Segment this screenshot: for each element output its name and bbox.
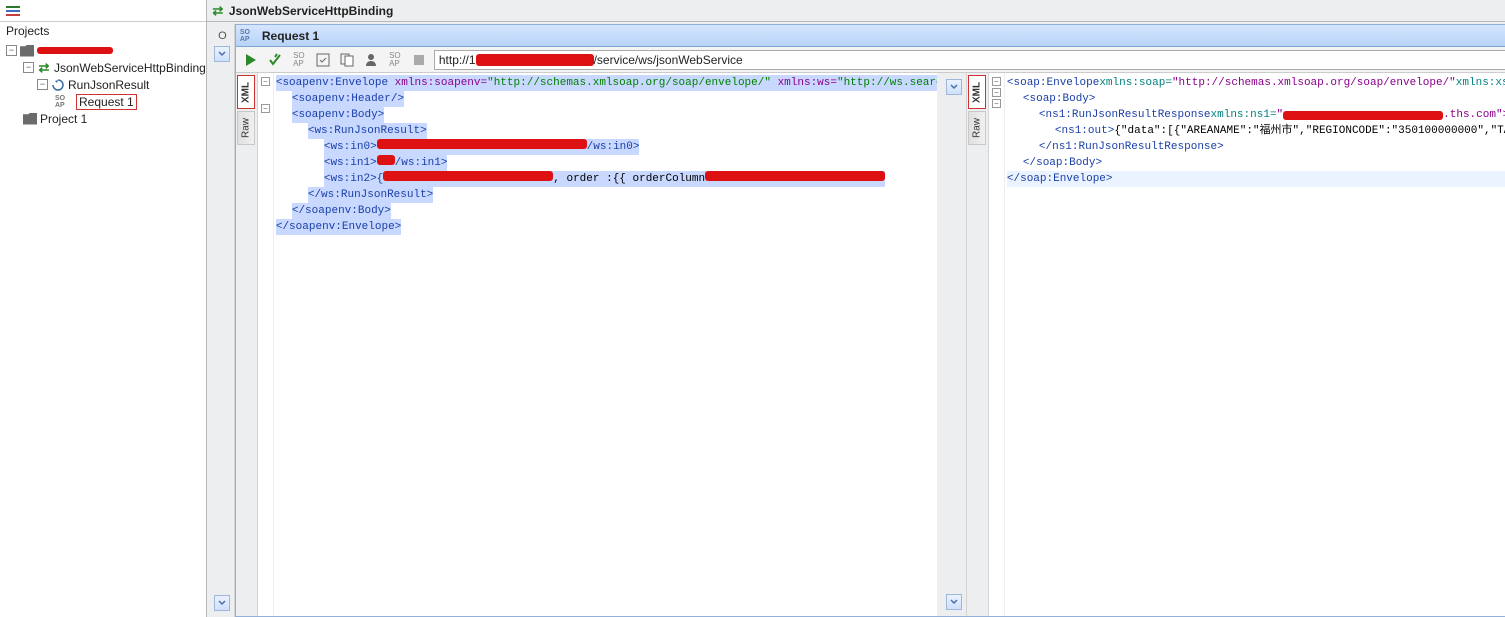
projects-sidebar: Projects − − ⇄ JsonWebServiceHttpBinding… [0, 0, 207, 617]
menu-icon[interactable] [6, 6, 20, 16]
collapse-icon[interactable]: − [6, 45, 17, 56]
request-pane: XML Raw − − <soapenv:Envelope xmlns:soap… [236, 73, 937, 616]
fold-gutter: − − − [989, 73, 1005, 616]
tree-endpoint[interactable]: − ⇄ JsonWebServiceHttpBinding [6, 59, 206, 76]
soap-icon: SOAP [240, 29, 258, 43]
request-editor[interactable]: <soapenv:Envelope xmlns:soapenv="http://… [274, 73, 937, 616]
expand-button[interactable] [946, 79, 962, 95]
editor-tab-header: ⇄ JsonWebServiceHttpBinding [207, 0, 1505, 22]
url-prefix: http://1 [439, 53, 476, 67]
raw-tab[interactable]: Raw [237, 111, 255, 145]
raw-tab[interactable]: Raw [968, 111, 986, 145]
response-vtabs: XML Raw [967, 73, 989, 616]
interface-icon: ⇄ [37, 61, 51, 75]
fold-toggle[interactable]: − [261, 104, 270, 113]
left-gutter: O [211, 24, 235, 617]
folder-icon [23, 113, 37, 125]
projects-tree: − − ⇄ JsonWebServiceHttpBinding − RunJso… [0, 40, 206, 127]
submit-button[interactable] [242, 51, 260, 69]
fold-gutter: − − [258, 73, 274, 616]
request-window-title: Request 1 [262, 29, 1505, 43]
tree-root[interactable]: − [6, 42, 206, 59]
tree-request[interactable]: SOAP Request 1 [6, 93, 206, 110]
projects-title: Projects [0, 22, 206, 40]
response-pane: XML Raw − − − <soap:Envelope xmlns:soap=… [967, 73, 1505, 616]
soap-icon: SOAP [55, 95, 73, 109]
tree-label: Project 1 [40, 112, 87, 126]
collapse-icon[interactable]: − [37, 79, 48, 90]
tree-operation[interactable]: − RunJsonResult [6, 76, 206, 93]
request-titlebar: SOAP Request 1 [236, 25, 1505, 47]
fold-toggle[interactable]: − [992, 99, 1001, 108]
tree-label: JsonWebServiceHttpBinding [54, 61, 206, 75]
response-editor[interactable]: <soap:Envelope xmlns:soap="http://schema… [1005, 73, 1505, 616]
tree-project[interactable]: Project 1 [6, 110, 206, 127]
add-assertion-button[interactable] [266, 51, 284, 69]
request-toolbar: SOAP SOAP http://1/service/ws/jsonWebSer… [236, 47, 1505, 73]
expand-down-button[interactable] [214, 46, 230, 62]
xml-tab[interactable]: XML [237, 75, 255, 109]
workspace: O SOAP Request 1 SOAP SOAP [207, 22, 1505, 617]
tab-title: JsonWebServiceHttpBinding [229, 4, 393, 18]
sidebar-toolbar [0, 0, 206, 22]
folder-icon [20, 45, 34, 57]
fold-toggle[interactable]: − [992, 77, 1001, 86]
redacted-text [476, 54, 594, 66]
fold-toggle[interactable]: − [992, 88, 1001, 97]
mid-gutter [943, 73, 967, 616]
xml-tab[interactable]: XML [968, 75, 986, 109]
gutter-o: O [218, 30, 227, 42]
fold-toggle[interactable]: − [261, 77, 270, 86]
ws-button[interactable]: SOAP [386, 51, 404, 69]
expand-button[interactable] [946, 594, 962, 610]
request-window: SOAP Request 1 SOAP SOAP http://1/servic… [235, 24, 1505, 617]
expand-down-button[interactable] [214, 595, 230, 611]
soap-button[interactable]: SOAP [290, 51, 308, 69]
url-suffix: /service/ws/jsonWebService [594, 53, 743, 67]
stop-button[interactable] [410, 51, 428, 69]
request-response-panes: XML Raw − − <soapenv:Envelope xmlns:soap… [236, 73, 1505, 616]
endpoint-url-input[interactable]: http://1/service/ws/jsonWebService [434, 50, 1505, 70]
operation-icon [51, 78, 65, 92]
clone-button[interactable] [338, 51, 356, 69]
main-area: ⇄ JsonWebServiceHttpBinding O SOAP Reque… [207, 0, 1505, 617]
redacted-text [37, 47, 113, 54]
attachments-button[interactable] [314, 51, 332, 69]
auth-button[interactable] [362, 51, 380, 69]
collapse-icon[interactable]: − [23, 62, 34, 73]
tree-label-selected: Request 1 [76, 94, 137, 110]
request-vtabs: XML Raw [236, 73, 258, 616]
interface-icon: ⇄ [211, 4, 225, 18]
tree-label: RunJsonResult [68, 78, 149, 92]
